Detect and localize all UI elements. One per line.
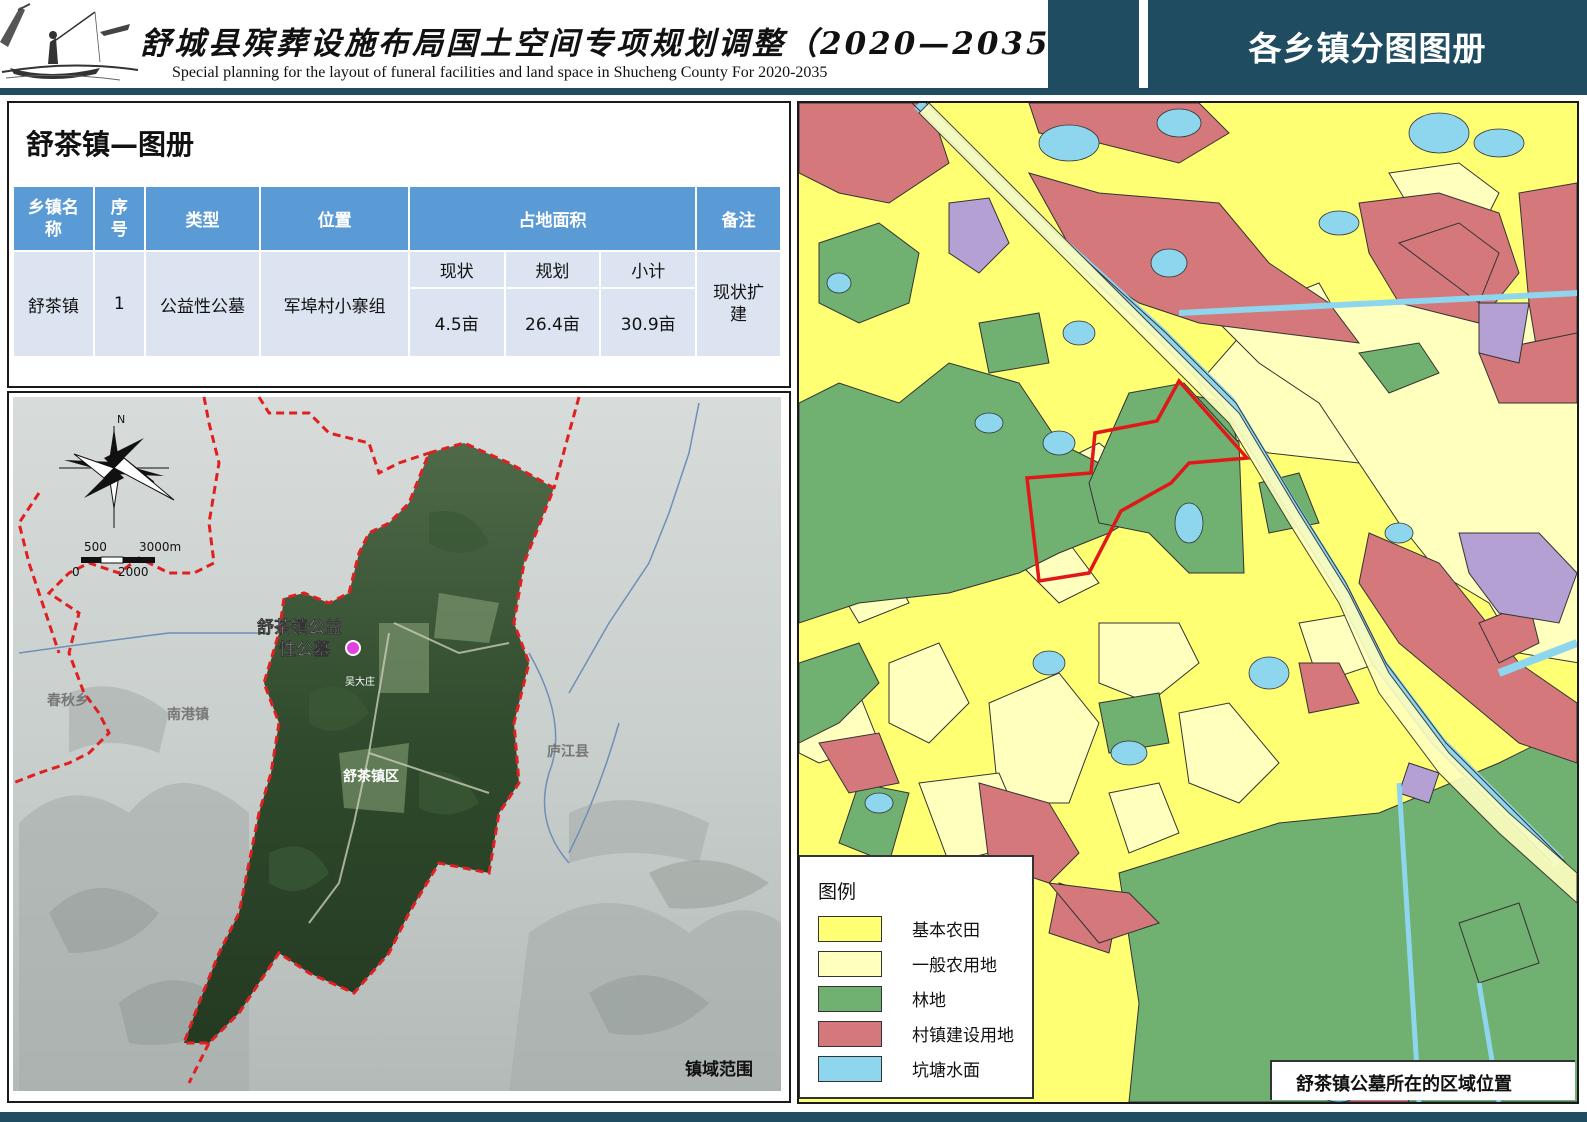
col-area-planned: 规划 xyxy=(503,250,602,289)
col-remark: 备注 xyxy=(695,185,782,252)
cell-type: 公益性公墓 xyxy=(143,250,262,358)
cell-area-total: 30.9亩 xyxy=(599,287,698,358)
cell-area-current: 4.5亩 xyxy=(407,287,506,358)
legend-item-forest: 林地 xyxy=(818,981,1014,1016)
fisherman-logo-icon xyxy=(0,3,139,81)
neighbor-label-lujiang: 庐江县 xyxy=(547,743,589,760)
col-township: 乡镇名称 xyxy=(12,185,95,252)
header-dark-block xyxy=(1048,0,1147,88)
village-label: 吴大庄 xyxy=(345,675,375,688)
col-area-current: 现状 xyxy=(407,250,506,289)
cemetery-marker-icon xyxy=(345,640,361,656)
legend-title: 图例 xyxy=(818,881,857,903)
township-location-map: N 500 3000m 0 2000 舒茶镇公益 性公墓 吴大庄 舒茶镇区 春秋… xyxy=(12,396,781,1091)
col-area-total: 小计 xyxy=(599,250,698,289)
info-table-panel: 舒茶镇—图册 乡镇名称 序号 类型 位置 占地面积 备注 舒茶镇 1 公益性公墓… xyxy=(7,101,791,388)
col-type: 类型 xyxy=(143,185,262,252)
cemetery-info-table: 乡镇名称 序号 类型 位置 占地面积 备注 舒茶镇 1 公益性公墓 军埠村小寨组… xyxy=(12,185,782,358)
cell-remark: 现状扩建 xyxy=(695,250,782,358)
north-label: N xyxy=(117,413,125,426)
footer-divider xyxy=(0,1112,1587,1122)
legend-item-water: 坑塘水面 xyxy=(818,1051,1014,1086)
header-divider xyxy=(0,88,1587,95)
township-location-map-panel: N 500 3000m 0 2000 舒茶镇公益 性公墓 吴大庄 舒茶镇区 春秋… xyxy=(7,391,791,1103)
scale-label-2000: 2000 xyxy=(118,565,149,579)
landuse-map-panel: 图例 基本农田 一般农用地 林地 村镇建设用地 坑塘水面 舒茶镇公墓所在的区域位… xyxy=(797,101,1579,1104)
col-area: 占地面积 xyxy=(407,185,698,252)
header-banner: 舒城县殡葬设施布局国土空间专项规划调整（2020—2035年） Special … xyxy=(0,0,1116,88)
plan-title: 舒城县殡葬设施布局国土空间专项规划调整（2020—2035年） xyxy=(140,26,1119,62)
scale-label-3000m: 3000m xyxy=(139,540,181,554)
legend-swatch xyxy=(818,1020,882,1047)
legend-swatch xyxy=(818,915,882,942)
neighbor-label-chunqiu: 春秋乡 xyxy=(46,692,89,709)
location-map-caption: 镇域范围 xyxy=(685,1059,753,1080)
panel-heading: 舒茶镇—图册 xyxy=(26,128,195,161)
plan-title-english: Special planning for the layout of funer… xyxy=(172,64,828,81)
col-location: 位置 xyxy=(259,185,410,252)
cell-area-planned: 26.4亩 xyxy=(503,287,602,358)
cemetery-label-line1: 舒茶镇公益 xyxy=(257,617,342,638)
col-serial: 序号 xyxy=(92,185,146,252)
town-area-label: 舒茶镇区 xyxy=(343,768,399,785)
cemetery-label-line2: 性公墓 xyxy=(279,639,331,660)
cell-location: 军埠村小寨组 xyxy=(259,250,410,358)
legend-swatch xyxy=(818,950,882,977)
atlas-title: 各乡镇分图图册 xyxy=(1248,29,1487,68)
legend-item-basic-farmland: 基本农田 xyxy=(818,911,1014,946)
neighbor-label-nangang: 南港镇 xyxy=(167,706,209,723)
landuse-map-caption: 舒茶镇公墓所在的区域位置 xyxy=(1296,1074,1512,1095)
legend-swatch xyxy=(818,1055,882,1082)
scale-label-500: 500 xyxy=(84,540,107,554)
map-legend: 图例 基本农田 一般农用地 林地 村镇建设用地 坑塘水面 xyxy=(799,855,1034,1099)
legend-swatch xyxy=(818,985,882,1012)
cell-township: 舒茶镇 xyxy=(12,250,95,358)
cell-serial: 1 xyxy=(92,250,146,358)
legend-item-general-farmland: 一般农用地 xyxy=(818,946,1014,981)
landuse-map-caption-box: 舒茶镇公墓所在的区域位置 xyxy=(1270,1060,1575,1100)
legend-item-village-construction: 村镇建设用地 xyxy=(818,1016,1014,1051)
scale-label-0: 0 xyxy=(72,565,80,579)
